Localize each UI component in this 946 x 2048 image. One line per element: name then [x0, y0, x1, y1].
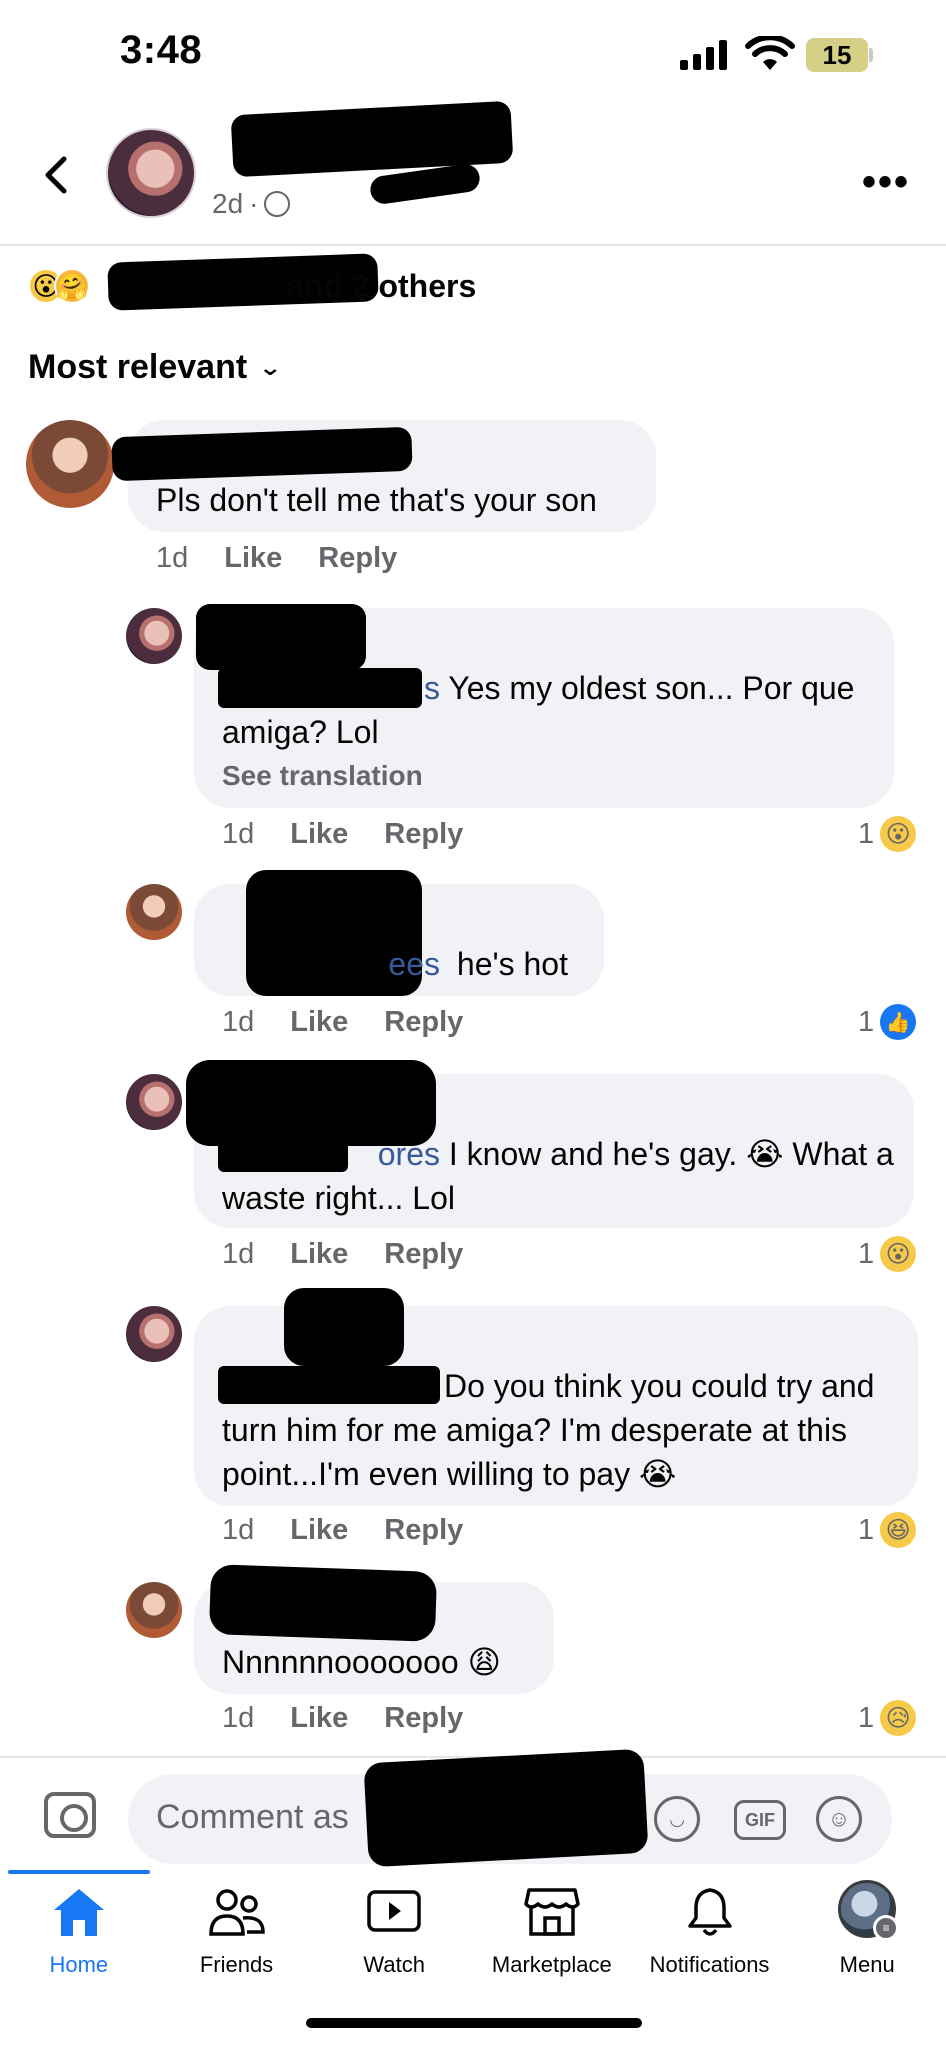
author-avatar[interactable] — [106, 128, 196, 218]
header-divider — [0, 244, 946, 246]
mention-link[interactable]: ees — [222, 942, 440, 986]
commenter-avatar[interactable] — [126, 608, 182, 664]
commenter-avatar[interactable] — [126, 1306, 182, 1362]
back-arrow-icon[interactable] — [40, 155, 70, 195]
comment-actions: 1d Like Reply — [222, 1006, 463, 1039]
redacted-user-name — [363, 1748, 649, 1868]
wow-reaction-icon: 😮 — [880, 816, 917, 852]
comment-text: Nnnnnnooooooo 😩 — [222, 1644, 501, 1680]
comment-time: 1d — [156, 542, 189, 574]
menu-avatar-icon: ≡ — [838, 1880, 900, 1941]
chevron-down-icon: ⌄ — [258, 354, 283, 380]
like-button[interactable]: Like — [224, 542, 282, 575]
wow-reaction-icon: 😮 — [880, 1236, 917, 1272]
nav-menu[interactable]: ≡ Menu — [788, 1870, 946, 2000]
sticker-icon[interactable]: ◡ — [654, 1796, 700, 1842]
see-translation-link[interactable]: See translation — [222, 760, 423, 792]
comment-actions: 1d Like Reply — [222, 1702, 463, 1735]
comment-time: 1d — [222, 1006, 255, 1038]
nav-notifications[interactable]: Notifications — [631, 1870, 789, 2000]
comment-text: Do you think you could try and turn him … — [222, 1368, 875, 1492]
comment-actions: 1d Like Reply — [222, 1238, 463, 1271]
like-button[interactable]: Like — [290, 1238, 348, 1271]
comment-time: 1d — [222, 1702, 255, 1734]
globe-icon — [264, 191, 291, 217]
signal-icon — [680, 38, 730, 70]
reply-button[interactable]: Reply — [318, 542, 397, 575]
menu-badge-icon: ≡ — [873, 1915, 900, 1941]
home-icon — [53, 1889, 104, 1936]
watch-icon — [367, 1890, 421, 1932]
care-reaction-icon: 🤗 — [54, 268, 90, 304]
emoji-icon[interactable]: ☺ — [816, 1796, 862, 1842]
friends-icon — [208, 1889, 265, 1936]
mention-link[interactable]: ores — [222, 1132, 440, 1176]
nav-home[interactable]: Home — [0, 1870, 158, 2000]
sort-label: Most relevant — [28, 348, 248, 386]
comment-placeholder: Comment as — [156, 1798, 349, 1836]
reply-button[interactable]: Reply — [384, 1006, 463, 1039]
reply-button[interactable]: Reply — [384, 818, 463, 851]
like-button[interactable]: Like — [290, 818, 348, 851]
like-button[interactable]: Like — [290, 1006, 348, 1039]
comment-reaction-count[interactable]: 1 👍 — [858, 1004, 917, 1040]
commenter-avatar[interactable] — [126, 1582, 182, 1638]
comment-reaction-count[interactable]: 1 😮 — [858, 1236, 917, 1272]
status-time: 3:48 — [120, 28, 203, 72]
active-tab-indicator — [8, 1870, 150, 1874]
comment-actions: 1d Like Reply — [222, 818, 463, 851]
comment-text: s Yes my oldest son... Por que amiga? Lo… — [222, 666, 882, 754]
like-button[interactable]: Like — [290, 1514, 348, 1547]
redacted-commenter-name — [284, 1288, 404, 1366]
comment-text: Pls don't tell me that's your son — [156, 482, 597, 518]
comment-actions: 1d Like Reply — [222, 1514, 463, 1547]
comment-time: 1d — [222, 818, 255, 850]
commenter-avatar[interactable] — [126, 1074, 182, 1130]
comment-actions: 1d Like Reply — [156, 542, 397, 575]
post-meta: 2d · — [212, 188, 291, 220]
sad-reaction-icon: 😥 — [880, 1700, 917, 1736]
more-options-icon[interactable]: ••• — [862, 160, 910, 205]
nav-watch[interactable]: Watch — [315, 1870, 473, 2000]
mention-link[interactable]: s — [222, 666, 440, 710]
reactions-others-text[interactable]: and 2 others — [286, 268, 476, 305]
reactions-summary[interactable]: 😮 🤗 — [28, 268, 90, 304]
comment-reaction-count[interactable]: 1 😮 — [858, 816, 917, 852]
like-reaction-icon: 👍 — [880, 1004, 917, 1040]
commenter-avatar[interactable] — [26, 420, 114, 508]
comment-time: 1d — [222, 1514, 255, 1546]
battery-icon: 15 — [806, 38, 868, 72]
like-button[interactable]: Like — [290, 1702, 348, 1735]
battery-cap — [869, 48, 873, 62]
bell-icon — [687, 1888, 732, 1936]
meta-dot: · — [249, 188, 259, 219]
haha-reaction-icon: 😆 — [880, 1512, 917, 1548]
commenter-avatar[interactable] — [126, 884, 182, 940]
comment-reaction-count[interactable]: 1 😆 — [858, 1512, 917, 1548]
comment-text: ores I know and he's gay. 😭 What a waste… — [222, 1132, 902, 1220]
redacted-commenter-name — [196, 604, 366, 670]
sort-dropdown[interactable]: Most relevant ⌄ — [28, 348, 283, 387]
camera-icon[interactable] — [44, 1792, 96, 1838]
reply-button[interactable]: Reply — [384, 1238, 463, 1271]
redacted-commenter-name — [208, 1564, 438, 1642]
wifi-icon — [745, 36, 795, 70]
comment-time: 1d — [222, 1238, 255, 1270]
nav-friends[interactable]: Friends — [158, 1870, 316, 2000]
post-time: 2d — [212, 188, 244, 219]
comment-reaction-count[interactable]: 1 😥 — [858, 1700, 917, 1736]
reply-button[interactable]: Reply — [384, 1514, 463, 1547]
marketplace-icon — [524, 1888, 580, 1936]
reply-button[interactable]: Reply — [384, 1702, 463, 1735]
nav-marketplace[interactable]: Marketplace — [473, 1870, 631, 2000]
gif-button[interactable]: GIF — [734, 1800, 786, 1840]
home-indicator — [306, 2018, 642, 2028]
comment-text: ees he's hot — [222, 942, 568, 986]
bottom-nav: Home Friends Watch Marketplace Notificat… — [0, 1870, 946, 2000]
